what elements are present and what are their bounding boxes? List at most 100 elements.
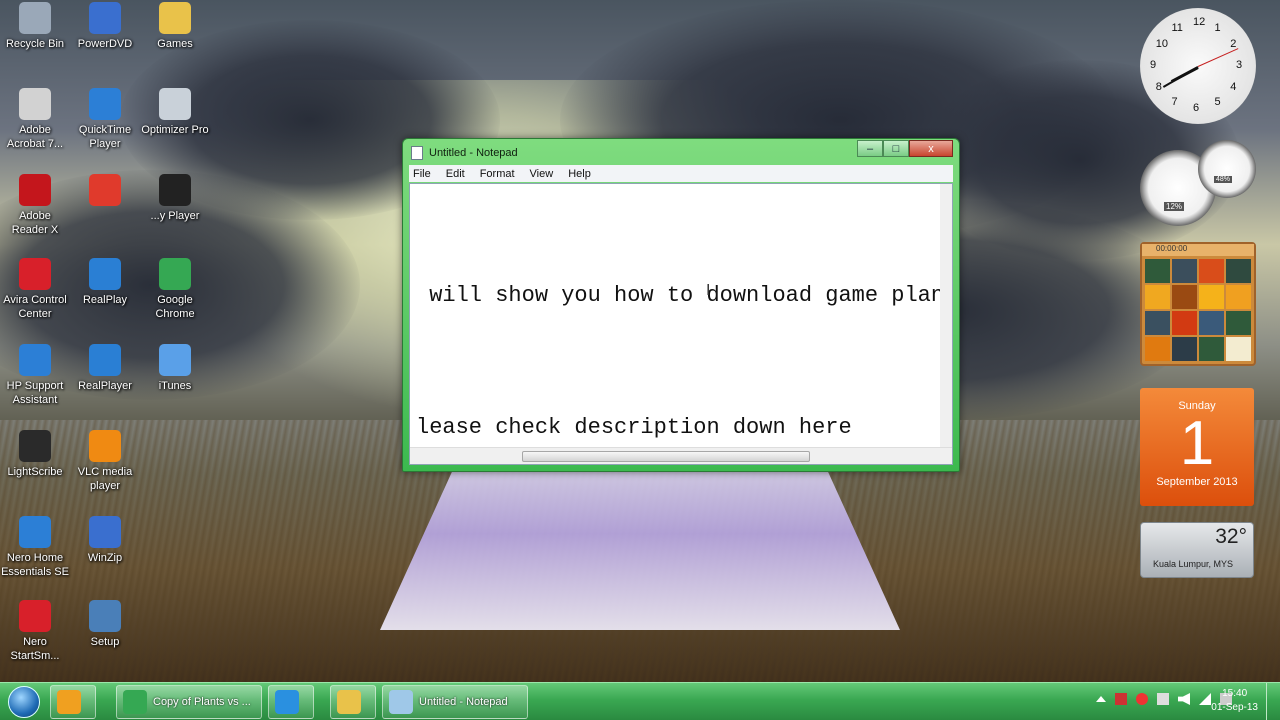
nero-start-icon bbox=[19, 600, 51, 632]
explorer-folder-icon bbox=[337, 690, 361, 714]
menu-edit[interactable]: Edit bbox=[446, 168, 465, 180]
desktop-icon[interactable]: Setup bbox=[70, 600, 140, 649]
clock-number: 5 bbox=[1214, 96, 1221, 109]
vertical-scrollbar[interactable] bbox=[940, 184, 952, 447]
network-icon[interactable] bbox=[1157, 693, 1169, 705]
desktop-icon[interactable]: RealPlay bbox=[70, 258, 140, 307]
desktop-icon[interactable]: Nero Home Essentials SE bbox=[0, 516, 70, 579]
i-beam-cursor-icon: I bbox=[706, 282, 711, 299]
taskbar-button[interactable] bbox=[330, 685, 376, 719]
winzip-icon bbox=[89, 516, 121, 548]
desktop-icon[interactable]: QuickTime Player bbox=[70, 88, 140, 151]
desktop-icon-label: Nero Home Essentials SE bbox=[1, 552, 69, 578]
lightscribe-icon bbox=[19, 430, 51, 462]
menu-help[interactable]: Help bbox=[568, 168, 591, 180]
optimizer-icon bbox=[159, 88, 191, 120]
show-desktop-button[interactable] bbox=[1266, 683, 1280, 720]
picture-puzzle-gadget[interactable]: 00:00:00 bbox=[1140, 242, 1256, 366]
calendar-month: September 2013 bbox=[1156, 476, 1238, 488]
scrollbar-thumb[interactable] bbox=[522, 451, 810, 462]
desktop-icon[interactable]: iTunes bbox=[140, 344, 210, 393]
recycle-bin-icon bbox=[19, 2, 51, 34]
desktop-icon-label: Adobe Reader X bbox=[11, 210, 59, 236]
acrobat-icon bbox=[19, 88, 51, 120]
document-text[interactable]: will show you how to download game plan … bbox=[416, 186, 944, 538]
calendar-day: 1 bbox=[1179, 409, 1215, 478]
taskbar-button[interactable]: Copy of Plants vs ... bbox=[116, 685, 262, 719]
desktop-icon[interactable]: Adobe Acrobat 7... bbox=[0, 88, 70, 151]
realplay-icon bbox=[89, 258, 121, 290]
text-editor[interactable]: will show you how to download game plan … bbox=[409, 183, 953, 465]
clock-number: 10 bbox=[1155, 37, 1168, 50]
flag-icon[interactable] bbox=[1115, 693, 1127, 705]
chrome-icon bbox=[123, 690, 147, 714]
weather-gadget[interactable]: 32° Kuala Lumpur, MYS bbox=[1140, 522, 1254, 578]
quicktime-icon bbox=[89, 88, 121, 120]
memory-meter-gadget[interactable]: 48% bbox=[1198, 140, 1256, 198]
internet-explorer-icon bbox=[275, 690, 299, 714]
clock-gadget[interactable]: 12 1 2 3 4 5 6 7 8 9 10 11 bbox=[1140, 8, 1256, 124]
window-title: Untitled - Notepad bbox=[429, 147, 518, 159]
nero-home-icon bbox=[19, 516, 51, 548]
notepad-icon bbox=[411, 146, 423, 160]
desktop-icon[interactable]: Recycle Bin bbox=[0, 2, 70, 51]
show-hidden-icons-icon[interactable] bbox=[1096, 696, 1106, 702]
clock-number: 8 bbox=[1155, 80, 1162, 93]
desktop-icon[interactable]: Games bbox=[140, 2, 210, 51]
horizontal-scrollbar[interactable] bbox=[410, 447, 952, 464]
taskbar-button[interactable]: Untitled - Notepad bbox=[382, 685, 528, 719]
menu-format[interactable]: Format bbox=[480, 168, 515, 180]
windows-logo-icon bbox=[8, 686, 40, 718]
clock-number: 11 bbox=[1171, 21, 1183, 34]
start-button[interactable] bbox=[4, 683, 44, 720]
player-icon bbox=[159, 174, 191, 206]
clock-number: 3 bbox=[1236, 59, 1243, 71]
menu-bar: File Edit Format View Help bbox=[409, 165, 953, 182]
desktop-icon[interactable]: RealPlayer bbox=[70, 344, 140, 393]
notepad-icon bbox=[389, 690, 413, 714]
menu-view[interactable]: View bbox=[530, 168, 554, 180]
minute-hand bbox=[1162, 66, 1199, 88]
folder-icon bbox=[159, 2, 191, 34]
desktop-icon[interactable]: ...y Player bbox=[140, 174, 210, 223]
desktop-icon[interactable]: Avira Control Center bbox=[0, 258, 70, 321]
setup-icon bbox=[89, 600, 121, 632]
minimize-button[interactable]: – bbox=[857, 140, 883, 157]
close-button[interactable]: x bbox=[909, 140, 953, 157]
volume-icon[interactable] bbox=[1178, 693, 1190, 705]
puzzle-grid[interactable] bbox=[1142, 256, 1254, 364]
maximize-button[interactable]: □ bbox=[883, 140, 909, 157]
clock-number: 6 bbox=[1193, 102, 1200, 114]
desktop-icon[interactable]: Optimizer Pro bbox=[140, 88, 210, 137]
desktop-icon[interactable]: LightScribe bbox=[0, 430, 70, 479]
desktop-icon[interactable]: PowerDVD bbox=[70, 2, 140, 51]
desktop-icon[interactable]: Google Chrome bbox=[140, 258, 210, 321]
memory-percent: 48% bbox=[1214, 176, 1233, 183]
calendar-gadget[interactable]: Sunday 1 September 2013 bbox=[1140, 388, 1254, 506]
desktop-icon[interactable] bbox=[70, 174, 140, 209]
text-line-2: lease check description down here bbox=[416, 415, 852, 440]
app-icon bbox=[89, 174, 121, 206]
desktop-icon[interactable]: Adobe Reader X bbox=[0, 174, 70, 237]
avira-tray-icon[interactable] bbox=[1136, 693, 1148, 705]
taskbar-clock[interactable]: 15:40 01-Sep-13 bbox=[1211, 687, 1258, 715]
desktop-icon-label: PowerDVD bbox=[77, 38, 133, 50]
desktop-icon-label: VLC media player bbox=[77, 466, 133, 492]
desktop-icon-label: WinZip bbox=[87, 552, 123, 564]
signal-icon[interactable] bbox=[1199, 693, 1211, 705]
desktop-icon-label: Google Chrome bbox=[155, 294, 195, 320]
desktop-icon[interactable]: WinZip bbox=[70, 516, 140, 565]
desktop-icon[interactable]: HP Support Assistant bbox=[0, 344, 70, 407]
desktop-icon-label: Games bbox=[157, 38, 193, 50]
desktop-icon-label: Avira Control Center bbox=[3, 294, 67, 320]
menu-file[interactable]: File bbox=[413, 168, 431, 180]
taskbar-button-label: Untitled - Notepad bbox=[419, 696, 508, 708]
clock-number: 4 bbox=[1230, 80, 1237, 93]
notepad-title-bar[interactable]: Untitled - Notepad bbox=[411, 144, 518, 162]
taskbar-time: 15:40 bbox=[1222, 688, 1248, 699]
taskbar-button[interactable] bbox=[50, 685, 96, 719]
desktop-icon[interactable]: Nero StartSm... bbox=[0, 600, 70, 663]
taskbar-button[interactable] bbox=[268, 685, 314, 719]
notepad-window[interactable]: Untitled - Notepad – □ x File Edit Forma… bbox=[402, 138, 960, 472]
desktop-icon[interactable]: VLC media player bbox=[70, 430, 140, 493]
